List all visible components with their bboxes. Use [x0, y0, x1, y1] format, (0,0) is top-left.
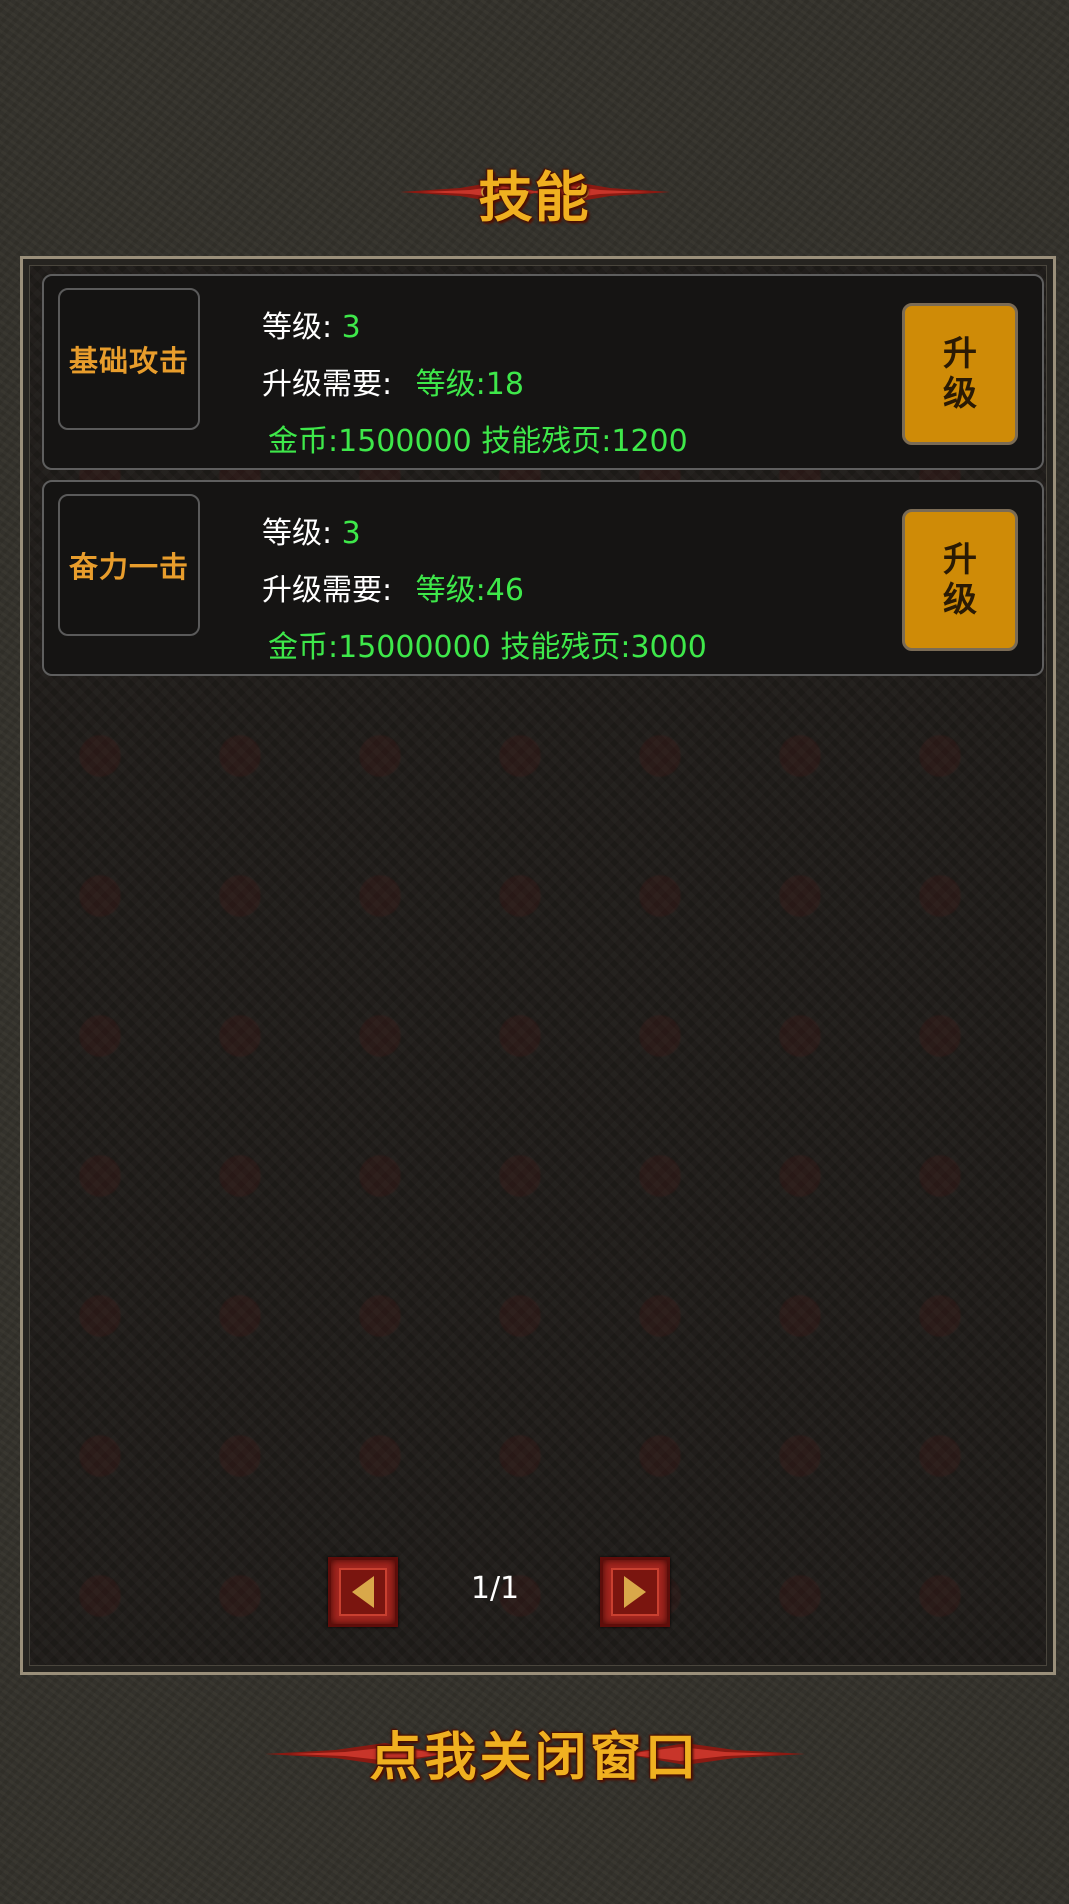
upgrade-label-bottom: 级: [943, 580, 977, 620]
skill-name: 奋力一击: [68, 550, 189, 584]
upgrade-requirement-line: 升级需要: 等级:46: [262, 565, 524, 609]
upgrade-label-top: 升: [943, 540, 977, 580]
close-window-label: 点我关闭窗口: [369, 1727, 700, 1788]
page-indicator: 1/1: [470, 1571, 520, 1606]
prev-page-button[interactable]: [328, 1557, 398, 1627]
required-level: 等级:18: [415, 367, 524, 402]
upgrade-requirement-line: 升级需要: 等级:18: [262, 359, 524, 403]
requirement-label: 升级需要:: [262, 573, 393, 608]
upgrade-label-top: 升: [943, 334, 977, 374]
skill-name: 基础攻击: [68, 344, 189, 378]
level-label: 等级:: [262, 516, 333, 551]
skill-row: 奋力一击 等级: 3 升级需要: 等级:46 金币:15000000 技能残页:…: [42, 480, 1044, 676]
triangle-right-icon: [624, 1576, 646, 1608]
window-title: 技能: [478, 165, 591, 229]
upgrade-button[interactable]: 升 级: [902, 509, 1018, 651]
window-title-banner: 技能: [0, 150, 1069, 234]
upgrade-cost-line: 金币:1500000 技能残页:1200: [268, 416, 688, 460]
level-label: 等级:: [262, 310, 333, 345]
upgrade-label-bottom: 级: [943, 374, 977, 414]
pagination: 1/1: [0, 1557, 1069, 1631]
upgrade-cost: 金币:15000000 技能残页:3000: [268, 630, 707, 665]
upgrade-cost-line: 金币:15000000 技能残页:3000: [268, 622, 707, 666]
skill-level-line: 等级: 3: [262, 302, 361, 346]
skill-icon-slot[interactable]: 奋力一击: [58, 494, 200, 636]
next-page-inner: [611, 1568, 659, 1616]
skill-row: 基础攻击 等级: 3 升级需要: 等级:18 金币:1500000 技能残页:1…: [42, 274, 1044, 470]
upgrade-button[interactable]: 升 级: [902, 303, 1018, 445]
skill-panel-background: [29, 265, 1047, 1666]
next-page-button[interactable]: [600, 1557, 670, 1627]
required-level: 等级:46: [415, 573, 524, 608]
prev-page-inner: [339, 1568, 387, 1616]
level-value: 3: [341, 516, 361, 551]
level-value: 3: [341, 310, 361, 345]
skill-level-line: 等级: 3: [262, 508, 361, 552]
requirement-label: 升级需要:: [262, 367, 393, 402]
triangle-left-icon: [352, 1576, 374, 1608]
upgrade-cost: 金币:1500000 技能残页:1200: [268, 424, 688, 459]
close-window-button[interactable]: 点我关闭窗口: [0, 1710, 1069, 1794]
skill-icon-slot[interactable]: 基础攻击: [58, 288, 200, 430]
